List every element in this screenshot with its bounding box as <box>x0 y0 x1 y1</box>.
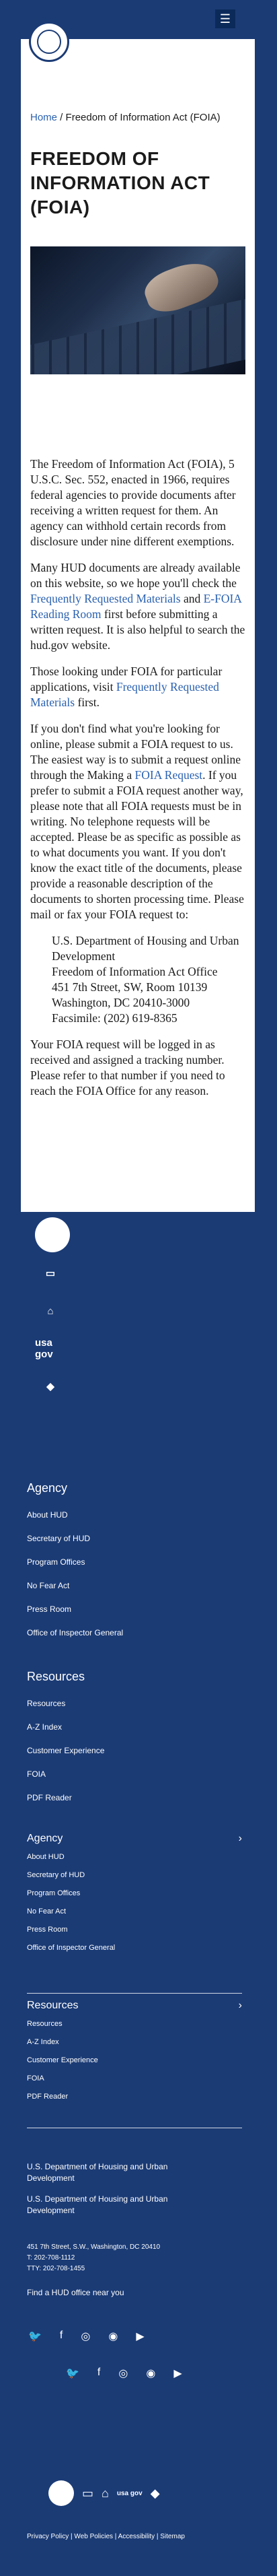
acc-program-offices-link[interactable]: Program Offices <box>27 1889 242 1897</box>
web-policies-link[interactable]: Web Policies <box>74 2533 113 2540</box>
sitemap-link[interactable]: Sitemap <box>160 2533 185 2540</box>
no-fear-act-link[interactable]: No Fear Act <box>27 1581 242 1590</box>
secretary-link[interactable]: Secretary of HUD <box>27 1534 242 1543</box>
acc-inspector-general-link[interactable]: Office of Inspector General <box>27 1944 242 1952</box>
menu-icon[interactable]: ☰ <box>215 9 235 28</box>
acc-no-fear-act-link[interactable]: No Fear Act <box>27 1907 242 1916</box>
agency-heading: Agency <box>27 1481 68 1495</box>
breadcrumb-separator: / <box>57 112 66 123</box>
youtube-icon[interactable]: ▶ <box>173 2367 182 2380</box>
facebook-icon[interactable]: f <box>97 2367 100 2380</box>
paragraph-submit: If you don't find what you're looking fo… <box>30 722 244 921</box>
find-office-link[interactable]: Find a HUD office near you <box>27 2288 124 2297</box>
footer-address: 451 7th Street, S.W., Washington, DC 204… <box>27 2243 161 2272</box>
twitter-icon[interactable]: 🐦 <box>66 2367 79 2380</box>
usagov-icon[interactable]: usa gov <box>35 1337 66 1360</box>
social-links: 🐦 f ◎ ◉ ▶ <box>28 2330 145 2343</box>
oig-badge-icon[interactable]: ◆ <box>35 1376 66 1396</box>
hero-image <box>30 246 245 374</box>
az-index-link[interactable]: A-Z Index <box>27 1722 242 1732</box>
org-name: U.S. Department of Housing and Urban Dev… <box>27 2162 168 2183</box>
foia-link[interactable]: FOIA <box>27 1769 242 1779</box>
acc-resources-heading: Resources <box>27 2000 79 2011</box>
equal-housing-icon[interactable]: ⌂ <box>102 2486 109 2501</box>
instagram-icon[interactable]: ◎ <box>81 2330 90 2343</box>
press-room-link[interactable]: Press Room <box>27 1604 242 1614</box>
white-house-icon[interactable]: ▭ <box>82 2486 93 2501</box>
acc-press-room-link[interactable]: Press Room <box>27 1926 242 1934</box>
instagram-icon[interactable]: ◎ <box>118 2367 128 2380</box>
acc-secretary-link[interactable]: Secretary of HUD <box>27 1871 242 1879</box>
page-title: FREEDOM OF INFORMATION ACT (FOIA) <box>30 148 210 217</box>
equal-housing-icon[interactable]: ⌂ <box>35 1301 66 1321</box>
rss-icon[interactable]: ◉ <box>146 2367 155 2380</box>
chevron-right-icon[interactable]: › <box>239 2000 242 2012</box>
footer-agency: Agency About HUD Secretary of HUD Progra… <box>27 1481 242 1652</box>
acc-about-hud-link[interactable]: About HUD <box>27 1853 242 1861</box>
program-offices-link[interactable]: Program Offices <box>27 1557 242 1567</box>
hud-seal-icon[interactable] <box>35 1217 70 1252</box>
acc-az-index-link[interactable]: A-Z Index <box>27 2038 242 2046</box>
accordion-agency[interactable]: Agency › About HUD Secretary of HUD Progr… <box>27 1833 242 1962</box>
usagov-icon[interactable]: usa gov <box>117 2490 143 2497</box>
social-links-2: 🐦 f ◎ ◉ ▶ <box>66 2367 182 2380</box>
inspector-general-link[interactable]: Office of Inspector General <box>27 1628 242 1637</box>
content-card: Home / Freedom of Information Act (FOIA)… <box>21 22 255 1212</box>
hud-seal-icon[interactable] <box>29 22 69 62</box>
mailing-address: U.S. Department of Housing and Urban Dev… <box>52 934 239 1025</box>
footer-logos: ▭ ⌂ usa gov ◆ <box>35 1217 75 1414</box>
accessibility-link[interactable]: Accessibility <box>118 2533 155 2540</box>
legal-links: Privacy Policy | Web Policies | Accessib… <box>27 2533 185 2540</box>
customer-experience-link[interactable]: Customer Experience <box>27 1746 242 1755</box>
breadcrumb: Home / Freedom of Information Act (FOIA) <box>30 112 221 123</box>
footer-seals: ▭ ⌂ usa gov ◆ <box>48 2480 160 2506</box>
resources-link[interactable]: Resources <box>27 1699 242 1708</box>
divider <box>27 1993 242 1994</box>
acc-foia-link[interactable]: FOIA <box>27 2074 242 2082</box>
twitter-icon[interactable]: 🐦 <box>28 2330 42 2343</box>
foia-request-link[interactable]: FOIA Request <box>135 768 203 782</box>
pdf-reader-link[interactable]: PDF Reader <box>27 1793 242 1802</box>
rss-icon[interactable]: ◉ <box>108 2330 118 2343</box>
acc-customer-experience-link[interactable]: Customer Experience <box>27 2056 242 2064</box>
paragraph-tracking: Your FOIA request will be logged in as r… <box>30 1038 225 1097</box>
facebook-icon[interactable]: f <box>60 2330 63 2343</box>
oig-badge-icon[interactable]: ◆ <box>151 2486 160 2501</box>
youtube-icon[interactable]: ▶ <box>136 2330 144 2343</box>
org-name-2: U.S. Department of Housing and Urban Dev… <box>27 2194 168 2215</box>
chevron-right-icon[interactable]: › <box>239 1833 242 1845</box>
acc-pdf-reader-link[interactable]: PDF Reader <box>27 2093 242 2101</box>
privacy-policy-link[interactable]: Privacy Policy <box>27 2533 69 2540</box>
paragraph-hud-docs: Many HUD documents are already available… <box>30 561 245 652</box>
acc-agency-heading: Agency <box>27 1833 63 1844</box>
acc-resources-link[interactable]: Resources <box>27 2020 242 2028</box>
accordion-resources[interactable]: Resources › Resources A-Z Index Customer … <box>27 2000 242 2111</box>
white-house-icon[interactable]: ▭ <box>35 1263 66 1283</box>
breadcrumb-home-link[interactable]: Home <box>30 112 57 123</box>
frequently-requested-link[interactable]: Frequently Requested Materials <box>30 592 181 605</box>
resources-heading: Resources <box>27 1670 85 1683</box>
article-body: The Freedom of Information Act (FOIA), 5… <box>30 456 245 1110</box>
paragraph-applications: Those looking under FOIA for particular … <box>30 665 223 709</box>
hud-seal-icon[interactable] <box>48 2480 74 2506</box>
paragraph-intro: The Freedom of Information Act (FOIA), 5… <box>30 457 236 548</box>
footer-resources: Resources Resources A-Z Index Customer E… <box>27 1670 242 1817</box>
breadcrumb-current: Freedom of Information Act (FOIA) <box>65 112 221 123</box>
about-hud-link[interactable]: About HUD <box>27 1510 242 1520</box>
